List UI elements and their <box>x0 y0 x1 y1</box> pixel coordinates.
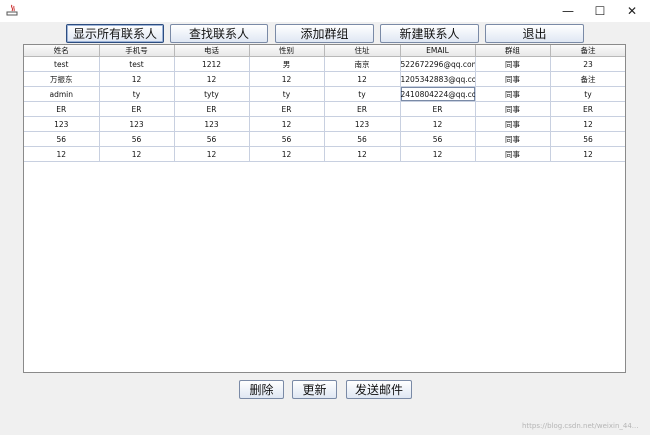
table-cell[interactable]: 12 <box>324 146 401 162</box>
table-cell[interactable]: ER <box>324 101 401 117</box>
table-cell[interactable]: tyty <box>174 86 250 102</box>
table-row[interactable]: 123 123 123 12 123 12 同事 12 <box>24 116 625 132</box>
col-header-note[interactable]: 备注 <box>550 45 625 57</box>
table-cell[interactable]: 同事 <box>475 146 551 162</box>
col-header-gender[interactable]: 性别 <box>249 45 325 57</box>
table-cell[interactable]: ty <box>550 86 625 102</box>
table-cell[interactable]: admin <box>24 86 100 102</box>
table-row[interactable]: 万振东 12 12 12 12 1205342883@qq.com 同事 备注 <box>24 71 625 87</box>
table-row[interactable]: ER ER ER ER ER ER 同事 ER <box>24 101 625 117</box>
table-cell[interactable]: 12 <box>99 71 175 87</box>
table-cell[interactable]: 12 <box>324 71 401 87</box>
col-header-phone[interactable]: 电话 <box>174 45 250 57</box>
col-header-name[interactable]: 姓名 <box>24 45 100 57</box>
find-contact-button[interactable]: 查找联系人 <box>170 24 268 43</box>
table-cell[interactable]: 南京 <box>324 56 401 72</box>
table-cell[interactable]: 123 <box>174 116 250 132</box>
watermark-text: https://blog.csdn.net/weixin_44... <box>522 422 639 430</box>
table-cell[interactable]: 12 <box>249 71 325 87</box>
table-cell[interactable]: 12 <box>400 116 476 132</box>
table-cell[interactable]: 同事 <box>475 116 551 132</box>
table-cell[interactable]: 56 <box>174 131 250 147</box>
table-cell[interactable]: 备注 <box>550 71 625 87</box>
table-cell[interactable]: 男 <box>249 56 325 72</box>
col-header-mobile[interactable]: 手机号 <box>99 45 175 57</box>
table-cell[interactable]: ty <box>99 86 175 102</box>
table-cell[interactable]: 56 <box>400 131 476 147</box>
table-row[interactable]: 56 56 56 56 56 56 同事 56 <box>24 131 625 147</box>
maximize-button[interactable]: ☐ <box>584 0 616 22</box>
table-cell[interactable]: 12 <box>550 116 625 132</box>
table-cell[interactable]: 12 <box>174 146 250 162</box>
table-cell[interactable]: 12 <box>174 71 250 87</box>
table-cell[interactable]: 56 <box>99 131 175 147</box>
table-header-row: 姓名 手机号 电话 性别 住址 EMAIL 群组 备注 <box>24 45 625 57</box>
table-cell[interactable]: 同事 <box>475 101 551 117</box>
new-contact-button[interactable]: 新建联系人 <box>380 24 479 43</box>
table-cell[interactable]: 1205342883@qq.com <box>400 71 476 87</box>
table-row[interactable]: test test 1212 男 南京 522672296@qq.com 同事 … <box>24 56 625 72</box>
show-all-contacts-button[interactable]: 显示所有联系人 <box>66 24 164 43</box>
table-cell[interactable]: test <box>99 56 175 72</box>
table-cell[interactable]: 123 <box>324 116 401 132</box>
table-cell[interactable]: ER <box>249 101 325 117</box>
send-mail-button[interactable]: 发送邮件 <box>346 380 412 399</box>
table-cell[interactable]: 2410804224@qq.com <box>400 86 476 102</box>
table-cell[interactable]: 同事 <box>475 71 551 87</box>
table-cell[interactable]: 12 <box>400 146 476 162</box>
table-cell[interactable]: ty <box>249 86 325 102</box>
table-cell[interactable]: ER <box>99 101 175 117</box>
table-cell[interactable]: 同事 <box>475 56 551 72</box>
table-cell[interactable]: 1212 <box>174 56 250 72</box>
table-cell[interactable]: 23 <box>550 56 625 72</box>
maximize-icon: ☐ <box>594 4 606 18</box>
table-cell[interactable]: 56 <box>324 131 401 147</box>
close-icon: ✕ <box>626 4 638 18</box>
delete-button[interactable]: 删除 <box>239 380 284 399</box>
table-cell[interactable]: 12 <box>249 146 325 162</box>
table-cell[interactable]: 12 <box>249 116 325 132</box>
table-cell[interactable]: 万振东 <box>24 71 100 87</box>
close-button[interactable]: ✕ <box>616 0 648 22</box>
table-cell[interactable]: 同事 <box>475 86 551 102</box>
table-cell[interactable]: ER <box>24 101 100 117</box>
contacts-table[interactable]: 姓名 手机号 电话 性别 住址 EMAIL 群组 备注 test test 12… <box>23 44 626 373</box>
table-cell[interactable]: 56 <box>24 131 100 147</box>
minimize-icon: — <box>562 4 574 18</box>
table-row[interactable]: admin ty tyty ty ty 2410804224@qq.com 同事… <box>24 86 625 102</box>
table-cell[interactable]: ty <box>324 86 401 102</box>
table-cell[interactable]: 12 <box>99 146 175 162</box>
java-app-icon <box>6 4 18 16</box>
table-cell[interactable]: 12 <box>24 146 100 162</box>
table-row[interactable]: 12 12 12 12 12 12 同事 12 <box>24 146 625 162</box>
table-cell[interactable]: 522672296@qq.com <box>400 56 476 72</box>
table-cell[interactable]: 56 <box>550 131 625 147</box>
col-header-address[interactable]: 住址 <box>324 45 401 57</box>
update-button[interactable]: 更新 <box>292 380 337 399</box>
table-cell[interactable]: ER <box>174 101 250 117</box>
table-cell[interactable]: ER <box>550 101 625 117</box>
table-cell[interactable]: 12 <box>550 146 625 162</box>
table-cell[interactable]: 123 <box>99 116 175 132</box>
table-cell[interactable]: 同事 <box>475 131 551 147</box>
add-group-button[interactable]: 添加群组 <box>275 24 374 43</box>
table-cell[interactable]: 123 <box>24 116 100 132</box>
exit-button[interactable]: 退出 <box>485 24 584 43</box>
col-header-group[interactable]: 群组 <box>475 45 551 57</box>
table-cell[interactable]: ER <box>400 101 476 117</box>
table-cell[interactable]: 56 <box>249 131 325 147</box>
col-header-email[interactable]: EMAIL <box>400 45 476 57</box>
minimize-button[interactable]: — <box>552 0 584 22</box>
table-cell[interactable]: test <box>24 56 100 72</box>
title-bar: — ☐ ✕ <box>0 0 650 22</box>
